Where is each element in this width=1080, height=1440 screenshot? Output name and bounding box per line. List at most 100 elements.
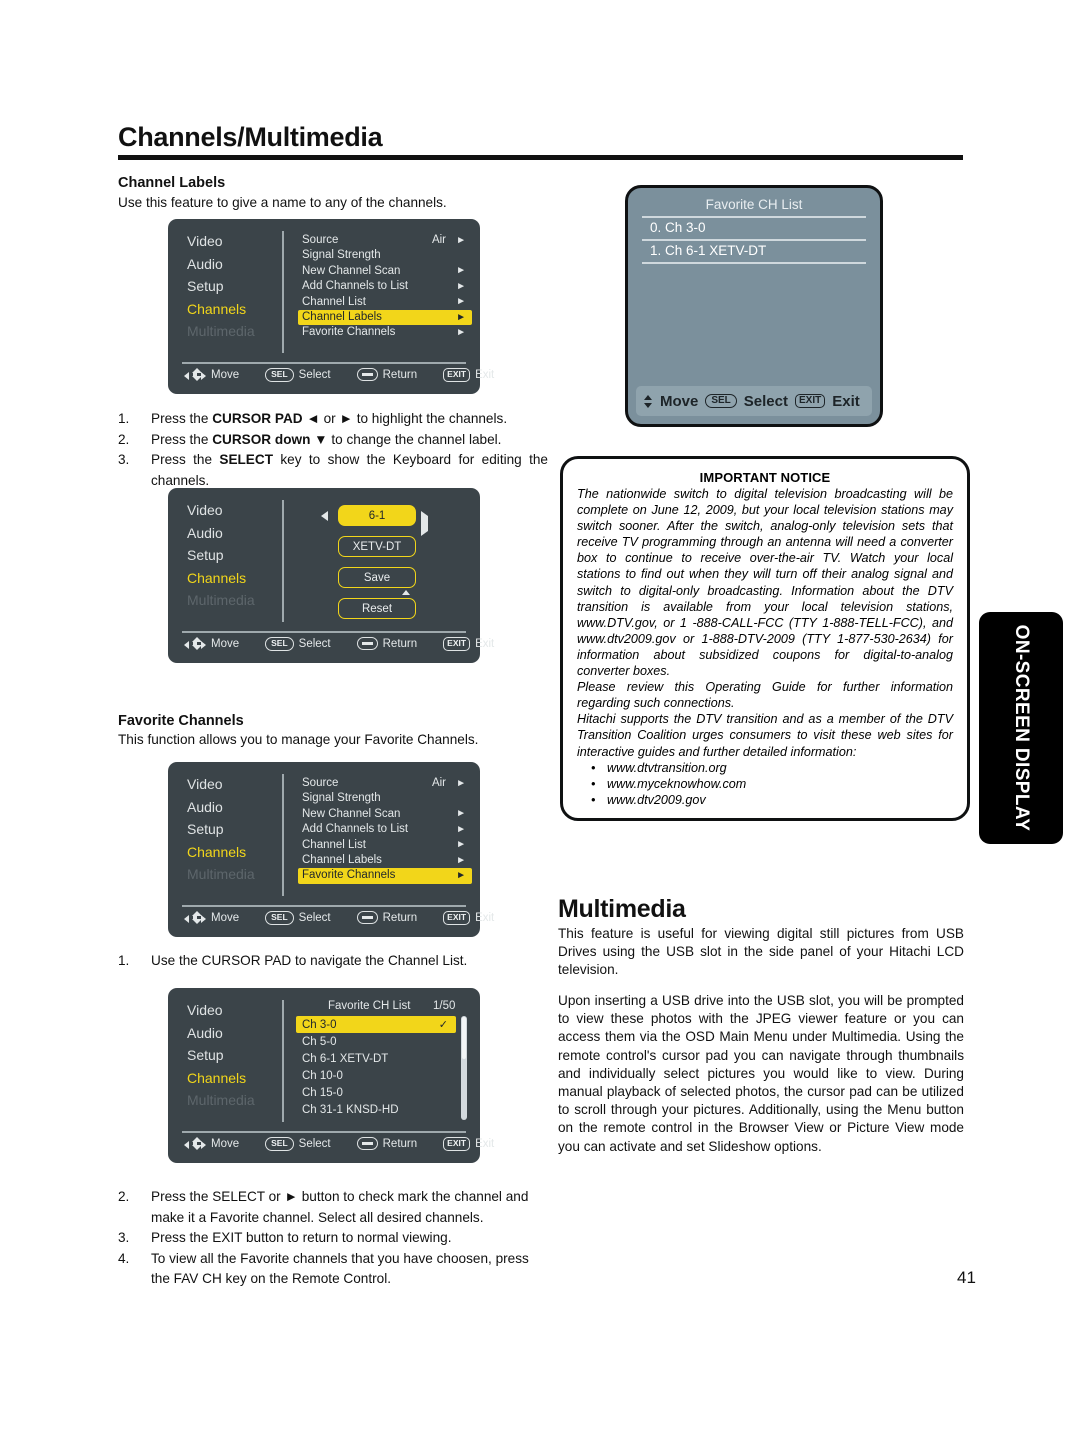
fav-channel-row[interactable]: Ch 3-0 ✓ xyxy=(296,1016,456,1033)
osd-divider xyxy=(282,231,284,353)
legend-move: Move xyxy=(184,1137,239,1151)
osd-menu-favorite-channels[interactable]: Video Audio Setup Channels Multimedia So… xyxy=(168,762,494,937)
scrollbar-thumb[interactable] xyxy=(462,1017,466,1059)
legend-move: Move xyxy=(184,637,240,651)
chevron-right-icon: ► xyxy=(456,311,466,323)
osd-left-item-channels[interactable]: Channels xyxy=(186,841,278,864)
legend-select-label: Select xyxy=(298,911,331,924)
legend-exit-label: Exit xyxy=(475,637,495,650)
osd-row-list[interactable]: Source Air ► Signal Strength New Channel Sca… xyxy=(298,776,472,884)
osd-left-item-audio[interactable]: Audio xyxy=(186,253,278,276)
notice-heading: IMPORTANT NOTICE xyxy=(699,470,831,485)
osd-row-channel-labels[interactable]: Channel Labels ► xyxy=(298,309,472,326)
reset-button[interactable]: Reset xyxy=(338,598,416,619)
step-number: 4. xyxy=(118,1250,130,1266)
legend-exit: EXIT Exit xyxy=(443,368,494,382)
osd-row-new-channel-scan[interactable]: New Channel Scan ► xyxy=(298,264,472,279)
fav-channel-row[interactable]: Ch 5-0 xyxy=(296,1033,456,1050)
osd-left-item-setup[interactable]: Setup xyxy=(186,544,278,567)
fav-channel-rows[interactable]: Ch 3-0 ✓ Ch 5-0 Ch 6-1 XETV-DT Ch 10-0 Ch 15-… xyxy=(296,1016,456,1118)
osd-left-item-multimedia[interactable]: Multimedia xyxy=(186,589,278,612)
popup-item-1[interactable]: 1. Ch 6-1 XETV-DT xyxy=(650,243,766,258)
return-key-icon xyxy=(356,911,378,925)
osd-row-add-channels-to-list[interactable]: Add Channels to List ► xyxy=(298,279,472,294)
notice-link-1: www.myceknowhow.com xyxy=(591,776,953,792)
chevron-right-icon: ► xyxy=(456,280,466,292)
fav-channel-row[interactable]: Ch 10-0 xyxy=(296,1067,456,1084)
osd-left-item-multimedia[interactable]: Multimedia xyxy=(186,1089,278,1112)
osd-row-channel-list[interactable]: Channel List ► xyxy=(298,838,472,853)
chevron-right-icon: ► xyxy=(456,839,466,851)
osd-left-item-video[interactable]: Video xyxy=(186,999,278,1022)
legend-return-label: Return xyxy=(382,368,418,381)
favorite-ch-list-popup[interactable]: Favorite CH List 0. Ch 3-0 1. Ch 6-1 XET… xyxy=(625,185,883,427)
legend-select: SEL Select xyxy=(265,637,331,651)
osd-favorite-ch-list[interactable]: Video Audio Setup Channels Multimedia Fa… xyxy=(168,988,494,1163)
popup-legend-select: Select xyxy=(743,392,788,410)
osd-left-item-setup[interactable]: Setup xyxy=(186,818,278,841)
osd-left-menu[interactable]: Video Audio Setup Channels Multimedia xyxy=(186,773,278,886)
step-text: Press the SELECT or ► button to check ma… xyxy=(151,1189,529,1225)
next-channel-arrow-icon[interactable] xyxy=(421,511,428,537)
osd-divider xyxy=(282,500,284,622)
chevron-right-icon: ► xyxy=(456,870,466,882)
osd-left-item-audio[interactable]: Audio xyxy=(186,522,278,545)
fav-channel-row[interactable]: Ch 31-1 KNSD-HD xyxy=(296,1101,456,1118)
osd-left-item-video[interactable]: Video xyxy=(186,773,278,796)
step-number: 2. xyxy=(118,1189,130,1204)
side-tab-label: ON-SCREEN DISPLAY xyxy=(1011,624,1032,832)
osd-left-item-video[interactable]: Video xyxy=(186,499,278,522)
return-key-icon xyxy=(356,368,378,382)
osd-left-item-setup[interactable]: Setup xyxy=(186,275,278,298)
cursor-pad-icon xyxy=(184,368,206,382)
osd-row-signal-strength[interactable]: Signal Strength xyxy=(298,791,472,806)
legend-return: Return xyxy=(356,1137,417,1151)
osd-left-item-setup[interactable]: Setup xyxy=(186,1044,278,1067)
legend-move-label: Move xyxy=(211,911,240,924)
popup-item-0[interactable]: 0. Ch 3-0 xyxy=(650,220,706,235)
osd-menu-channel-labels[interactable]: Video Audio Setup Channels Multimedia So… xyxy=(168,219,494,394)
osd-row-list[interactable]: Source Air ► Signal Strength New Channel Sca… xyxy=(298,233,472,341)
chevron-right-icon: ► xyxy=(456,823,466,835)
chevron-right-icon: ► xyxy=(456,296,466,308)
sel-key-icon: SEL xyxy=(265,911,294,925)
osd-row-label: Add Channels to List xyxy=(302,280,409,293)
fav-channel-row[interactable]: Ch 6-1 XETV-DT xyxy=(296,1050,456,1067)
osd-left-item-multimedia[interactable]: Multimedia xyxy=(186,320,278,343)
osd-left-menu[interactable]: Video Audio Setup Channels Multimedia xyxy=(186,999,278,1112)
legend-move-label: Move xyxy=(211,637,240,650)
osd-row-favorite-channels[interactable]: Favorite Channels ► xyxy=(298,325,472,340)
osd-row-channel-labels[interactable]: Channel Labels ► xyxy=(298,853,472,868)
osd-left-item-channels[interactable]: Channels xyxy=(186,298,278,321)
osd-row-label: Signal Strength xyxy=(302,249,381,262)
osd-row-source[interactable]: Source Air ► xyxy=(298,233,472,248)
osd-left-item-multimedia[interactable]: Multimedia xyxy=(186,863,278,886)
osd-row-source[interactable]: Source Air ► xyxy=(298,776,472,791)
osd-channel-label-editor[interactable]: Video Audio Setup Channels Multimedia 6-… xyxy=(168,488,494,663)
channel-number-field[interactable]: 6-1 xyxy=(338,505,416,526)
osd-row-value: Air xyxy=(431,776,446,789)
osd-row-new-channel-scan[interactable]: New Channel Scan ► xyxy=(298,807,472,822)
osd-left-menu[interactable]: Video Audio Setup Channels Multimedia xyxy=(186,499,278,612)
save-button[interactable]: Save xyxy=(338,567,416,588)
osd-left-item-channels[interactable]: Channels xyxy=(186,1067,278,1090)
osd-left-item-audio[interactable]: Audio xyxy=(186,1022,278,1045)
osd-left-menu[interactable]: Video Audio Setup Channels Multimedia xyxy=(186,230,278,343)
legend-select-label: Select xyxy=(298,637,331,650)
osd-row-add-channels-to-list[interactable]: Add Channels to List ► xyxy=(298,822,472,837)
osd-left-item-channels[interactable]: Channels xyxy=(186,567,278,590)
list-item: 3. Press the EXIT button to return to nor… xyxy=(118,1228,548,1249)
osd-left-item-video[interactable]: Video xyxy=(186,230,278,253)
osd-left-item-audio[interactable]: Audio xyxy=(186,796,278,819)
fav-channel-row[interactable]: Ch 15-0 xyxy=(296,1084,456,1101)
page-title: Channels/Multimedia xyxy=(118,122,383,152)
prev-channel-arrow-icon[interactable] xyxy=(321,511,328,521)
osd-row-signal-strength[interactable]: Signal Strength xyxy=(298,248,472,263)
title-rule xyxy=(118,155,963,160)
osd-row-label: Favorite Channels xyxy=(302,869,396,882)
list-item: 1. Use the CURSOR PAD to navigate the Cha… xyxy=(118,951,548,972)
multimedia-paragraph-2: Upon inserting a USB drive into the USB … xyxy=(558,993,964,1154)
osd-row-channel-list[interactable]: Channel List ► xyxy=(298,295,472,310)
channel-name-field[interactable]: XETV-DT xyxy=(338,536,416,557)
osd-row-favorite-channels[interactable]: Favorite Channels ► xyxy=(298,868,472,884)
